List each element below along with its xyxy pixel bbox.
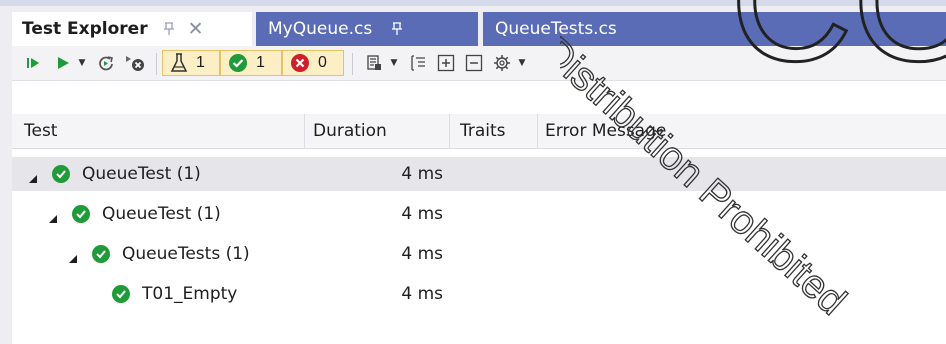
settings-dropdown-chevron-icon[interactable]: ▼	[516, 46, 528, 80]
test-explorer-toolbar: ▼ 1 1 0 ▼ ▼	[12, 46, 946, 81]
total-count: 1	[196, 54, 205, 71]
passed-check-icon	[72, 205, 90, 223]
column-header: Test Duration Traits Error Message	[12, 114, 946, 149]
total-tests-filter[interactable]: 1	[162, 50, 220, 76]
collapse-triangle-icon[interactable]	[48, 209, 58, 229]
toolbar-separator	[352, 53, 353, 75]
toolbar-spacer	[12, 81, 946, 114]
column-traits[interactable]: Traits	[450, 114, 538, 148]
collapse-triangle-icon[interactable]	[28, 169, 38, 189]
settings-gear-icon[interactable]	[490, 46, 514, 80]
collapse-all-icon[interactable]	[462, 46, 486, 80]
column-duration[interactable]: Duration	[305, 114, 450, 148]
tree-row[interactable]: QueueTest (1) 4 ms	[12, 157, 946, 191]
toolbar-separator	[156, 53, 157, 75]
test-duration: 4 ms	[401, 204, 443, 224]
run-icon[interactable]	[52, 46, 74, 80]
tab-label: QueueTests.cs	[495, 19, 617, 39]
tree-row[interactable]: T01_Empty 4 ms	[12, 277, 946, 311]
test-name: T01_Empty	[142, 284, 238, 304]
run-dropdown-chevron-icon[interactable]: ▼	[76, 46, 88, 80]
failed-count: 0	[318, 54, 327, 71]
test-duration: 4 ms	[401, 164, 443, 184]
tab-test-explorer[interactable]: Test Explorer ✕	[12, 12, 252, 46]
test-name: QueueTest (1)	[102, 204, 221, 224]
tree-row[interactable]: QueueTest (1) 4 ms	[12, 197, 946, 231]
left-rail	[0, 46, 12, 344]
tab-label: Test Explorer	[22, 19, 148, 39]
playlist-icon[interactable]	[362, 46, 386, 80]
close-icon[interactable]: ✕	[188, 19, 204, 39]
passed-check-icon	[228, 53, 248, 73]
failed-tests-filter[interactable]: 0	[282, 50, 344, 76]
tab-label: MyQueue.cs	[268, 19, 373, 39]
test-name: QueueTests (1)	[122, 244, 250, 264]
passed-count: 1	[256, 54, 265, 71]
tree-row[interactable]: QueueTests (1) 4 ms	[12, 237, 946, 271]
passed-check-icon	[92, 245, 110, 263]
tab-queuetests[interactable]: QueueTests.cs	[483, 12, 946, 46]
expand-all-icon[interactable]	[434, 46, 458, 80]
run-all-icon[interactable]	[22, 46, 44, 80]
column-test[interactable]: Test	[12, 114, 305, 148]
pin-icon[interactable]	[162, 22, 176, 36]
cancel-run-icon[interactable]	[122, 46, 148, 80]
test-name: QueueTest (1)	[82, 164, 201, 184]
column-test-label: Test	[24, 121, 58, 141]
column-error-label: Error Message	[545, 121, 667, 141]
failed-x-icon	[290, 53, 310, 73]
column-duration-label: Duration	[313, 121, 387, 141]
group-by-icon[interactable]	[406, 46, 430, 80]
repeat-last-run-icon[interactable]	[94, 46, 118, 80]
playlist-dropdown-chevron-icon[interactable]: ▼	[388, 46, 400, 80]
passed-tests-filter[interactable]: 1	[220, 50, 282, 76]
flask-icon	[170, 53, 188, 73]
test-duration: 4 ms	[401, 244, 443, 264]
test-duration: 4 ms	[401, 284, 443, 304]
column-traits-label: Traits	[460, 121, 506, 141]
document-tab-strip: Test Explorer ✕ MyQueue.cs QueueTests.cs	[0, 0, 946, 46]
column-error-message[interactable]: Error Message	[538, 114, 838, 148]
pin-icon[interactable]	[390, 22, 404, 36]
passed-check-icon	[112, 285, 130, 303]
passed-check-icon	[52, 165, 70, 183]
tab-myqueue[interactable]: MyQueue.cs	[256, 12, 478, 46]
collapse-triangle-icon[interactable]	[68, 249, 78, 269]
